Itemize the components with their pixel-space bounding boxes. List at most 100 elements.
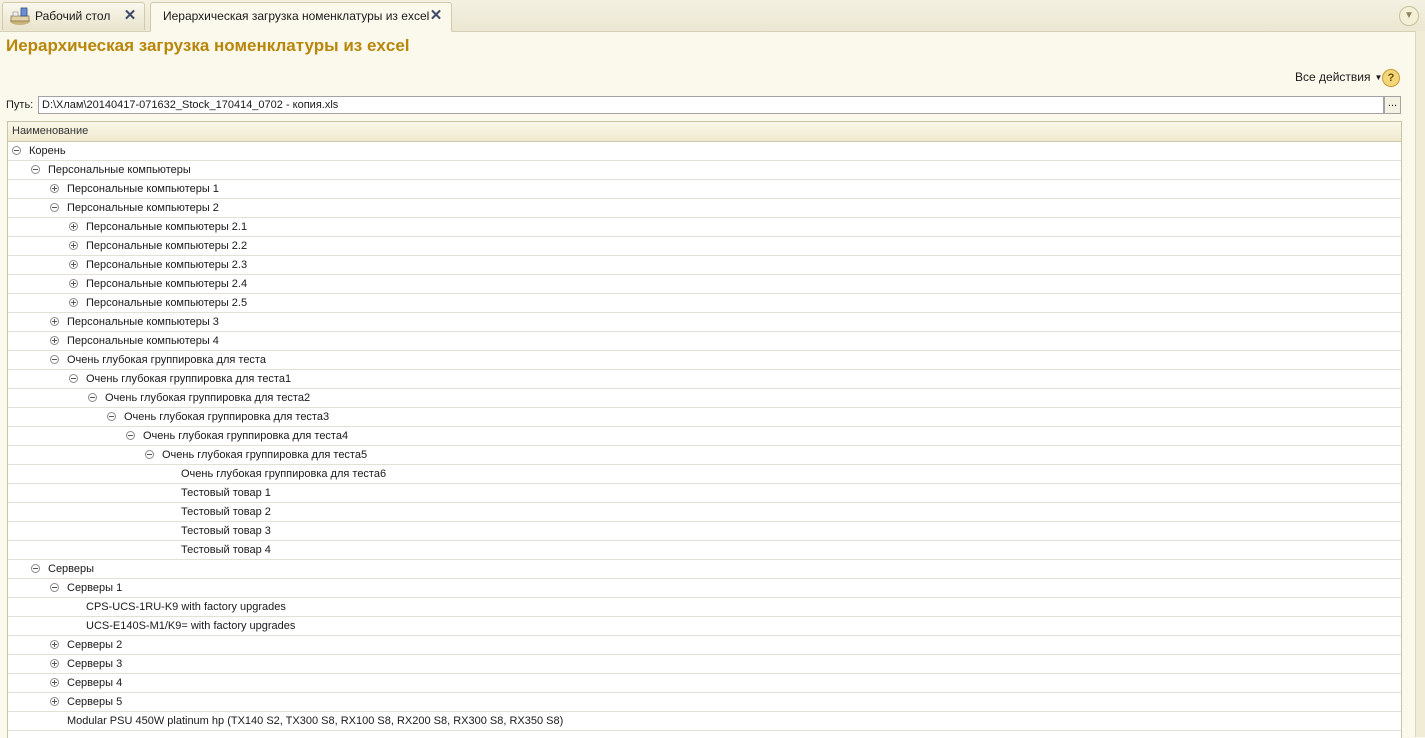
tree-row[interactable]: Тестовый товар 1 — [8, 484, 1401, 503]
path-input[interactable] — [38, 96, 1384, 114]
browse-button[interactable]: ... — [1384, 96, 1401, 114]
tree-row[interactable]: Серверы — [8, 560, 1401, 579]
column-header-name[interactable]: Наименование — [8, 122, 1401, 142]
expand-icon[interactable] — [69, 241, 78, 250]
tree-row[interactable]: Очень глубокая группировка для теста3 — [8, 408, 1401, 427]
tree-row-label: Очень глубокая группировка для теста4 — [143, 430, 349, 442]
tree-row[interactable]: Персональные компьютеры 2.2 — [8, 237, 1401, 256]
tree-row-label: Персональные компьютеры 2.4 — [86, 278, 248, 290]
tab-label: Рабочий стол — [35, 9, 111, 23]
expand-icon[interactable] — [50, 336, 59, 345]
window-edge — [1415, 31, 1425, 737]
tree-row[interactable]: Серверы 3 — [8, 655, 1401, 674]
tree-row[interactable]: Очень глубокая группировка для теста6 — [8, 465, 1401, 484]
expand-icon[interactable] — [50, 317, 59, 326]
tree-row-label: Персональные компьютеры 2.5 — [86, 297, 248, 309]
tree-row[interactable]: Тестовый товар 2 — [8, 503, 1401, 522]
tree-row[interactable]: Персональные компьютеры 2.3 — [8, 256, 1401, 275]
expand-icon[interactable] — [50, 697, 59, 706]
tree-row[interactable]: Персональные компьютеры 2.1 — [8, 218, 1401, 237]
tree-row-label: Персональные компьютеры 4 — [67, 335, 219, 347]
tree-row-label: Очень глубокая группировка для теста5 — [162, 449, 368, 461]
expand-icon[interactable] — [50, 184, 59, 193]
tree-row[interactable]: Персональные компьютеры 3 — [8, 313, 1401, 332]
tree-row-label: Очень глубокая группировка для теста1 — [86, 373, 292, 385]
tree-row-label: Очень глубокая группировка для теста — [67, 354, 266, 366]
tree-row[interactable]: UCS-E140S-M1/K9= with factory upgrades — [8, 617, 1401, 636]
tree-row[interactable]: Персональные компьютеры 2.5 — [8, 294, 1401, 313]
tree-row-label: CPS-UCS-1RU-K9 with factory upgrades — [86, 601, 286, 613]
tree-row-label: Персональные компьютеры 2.3 — [86, 259, 248, 271]
tree-row-label: Тестовый товар 4 — [181, 544, 271, 556]
tree-row[interactable]: Серверы 1 — [8, 579, 1401, 598]
tree-row[interactable]: Очень глубокая группировка для теста5 — [8, 446, 1401, 465]
expand-icon[interactable] — [69, 260, 78, 269]
tree-row[interactable]: Очень глубокая группировка для теста — [8, 351, 1401, 370]
expand-icon[interactable] — [69, 298, 78, 307]
path-label: Путь: — [6, 99, 34, 111]
page-title: Иерархическая загрузка номенклатуры из e… — [6, 36, 410, 55]
tab-bar: Рабочий стол ✕ Иерархическая загрузка но… — [0, 0, 1425, 32]
tree-row[interactable]: Очень глубокая группировка для теста1 — [8, 370, 1401, 389]
collapse-icon[interactable] — [107, 412, 116, 421]
collapse-icon[interactable] — [31, 564, 40, 573]
tree-row[interactable]: Корень — [8, 142, 1401, 161]
tree-row-label: Серверы 1 — [67, 582, 123, 594]
collapse-icon[interactable] — [12, 146, 21, 155]
all-actions-button[interactable]: Все действия ▼ — [1295, 70, 1382, 84]
tree-row[interactable]: Персональные компьютеры 2 — [8, 199, 1401, 218]
tab-desktop[interactable]: Рабочий стол ✕ — [2, 2, 145, 30]
tree-row-label: Серверы 4 — [67, 677, 123, 689]
tree-row-label: Корень — [29, 145, 66, 157]
expand-icon[interactable] — [50, 678, 59, 687]
tree-row-label: Тестовый товар 1 — [181, 487, 271, 499]
collapse-icon[interactable] — [88, 393, 97, 402]
tree-row[interactable]: Очень глубокая группировка для теста2 — [8, 389, 1401, 408]
expand-icon[interactable] — [50, 640, 59, 649]
help-icon[interactable]: ? — [1382, 69, 1400, 87]
tree-row-label: Очень глубокая группировка для теста3 — [124, 411, 330, 423]
tree-row[interactable]: Персональные компьютеры 1 — [8, 180, 1401, 199]
expand-icon[interactable] — [69, 222, 78, 231]
tree-row[interactable]: Серверы 4 — [8, 674, 1401, 693]
tree-row-label: Персональные компьютеры 2.1 — [86, 221, 248, 233]
tree-row-label: Серверы 2 — [67, 639, 123, 651]
collapse-icon[interactable] — [126, 431, 135, 440]
tree-row[interactable]: Персональные компьютеры — [8, 161, 1401, 180]
tree-row[interactable]: CPS-UCS-1RU-K9 with factory upgrades — [8, 598, 1401, 617]
tree-row-label: Серверы 3 — [67, 658, 123, 670]
collapse-icon[interactable] — [31, 165, 40, 174]
tab-hierarchical-import[interactable]: Иерархическая загрузка номенклатуры из e… — [150, 2, 452, 32]
tree-row[interactable]: Тестовый товар 3 — [8, 522, 1401, 541]
tree-row[interactable]: Очень глубокая группировка для теста4 — [8, 427, 1401, 446]
tree-row[interactable]: Серверы 5 — [8, 693, 1401, 712]
collapse-icon[interactable] — [50, 203, 59, 212]
close-icon[interactable]: ✕ — [428, 8, 444, 24]
tree-row[interactable]: Персональные компьютеры 2.4 — [8, 275, 1401, 294]
tabs-menu-chevron-icon[interactable]: ▼ — [1399, 6, 1419, 26]
expand-icon[interactable] — [69, 279, 78, 288]
tree-row-label: Персональные компьютеры — [48, 164, 191, 176]
tree-row-label: Персональные компьютеры 3 — [67, 316, 219, 328]
collapse-icon[interactable] — [145, 450, 154, 459]
tree-row[interactable]: Тестовый товар 4 — [8, 541, 1401, 560]
collapse-icon[interactable] — [69, 374, 78, 383]
tree-row[interactable]: Персональные компьютеры 4 — [8, 332, 1401, 351]
tree-row-label: Серверы 5 — [67, 696, 123, 708]
tab-label: Иерархическая загрузка номенклатуры из e… — [163, 9, 430, 23]
collapse-icon[interactable] — [50, 355, 59, 364]
tree-row-label: Тестовый товар 3 — [181, 525, 271, 537]
tree-row-label: Очень глубокая группировка для теста6 — [181, 468, 387, 480]
close-icon[interactable]: ✕ — [122, 8, 138, 24]
collapse-icon[interactable] — [50, 583, 59, 592]
expand-icon[interactable] — [50, 659, 59, 668]
tree-row-label: Серверы — [48, 563, 95, 575]
desktop-icon — [10, 7, 30, 25]
tree-row-label: Персональные компьютеры 2.2 — [86, 240, 248, 252]
tree-row[interactable]: Серверы 2 — [8, 636, 1401, 655]
all-actions-label: Все действия — [1295, 70, 1371, 84]
tree-row[interactable]: Modular PSU 450W platinum hp (TX140 S2, … — [8, 712, 1401, 731]
tree-row-label: Тестовый товар 2 — [181, 506, 271, 518]
tree-row-label: Персональные компьютеры 1 — [67, 183, 219, 195]
tree-rows: Корень Персональные компьютеры Персональны… — [8, 142, 1401, 731]
